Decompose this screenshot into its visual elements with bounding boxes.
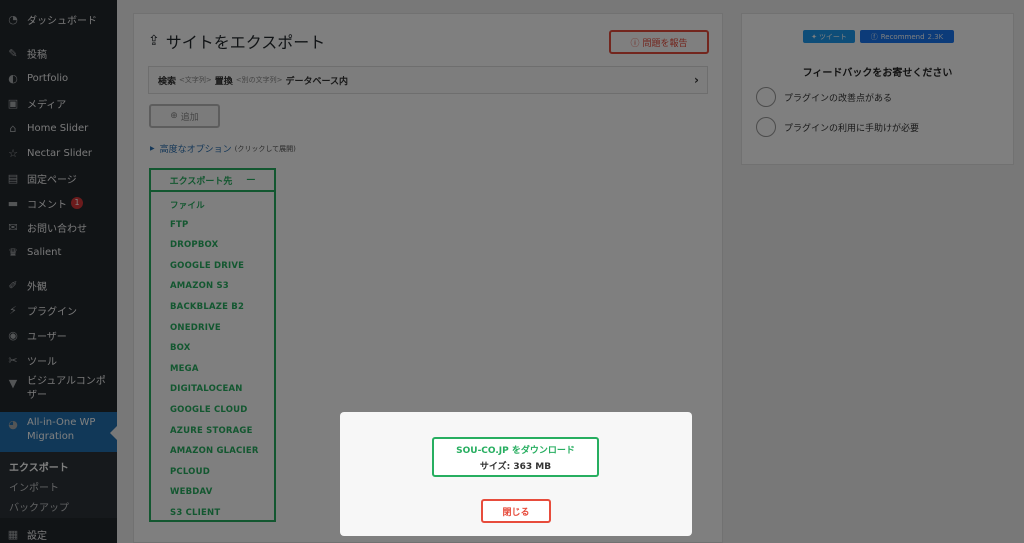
download-link[interactable]: SOU-CO.JP をダウンロード サイズ: 363 MB xyxy=(432,437,599,477)
download-size: サイズ: 363 MB xyxy=(479,461,552,472)
download-modal: SOU-CO.JP をダウンロード サイズ: 363 MB 閉じる xyxy=(340,412,692,536)
download-title: SOU-CO.JP をダウンロード xyxy=(456,445,575,456)
close-button[interactable]: 閉じる xyxy=(481,499,551,523)
